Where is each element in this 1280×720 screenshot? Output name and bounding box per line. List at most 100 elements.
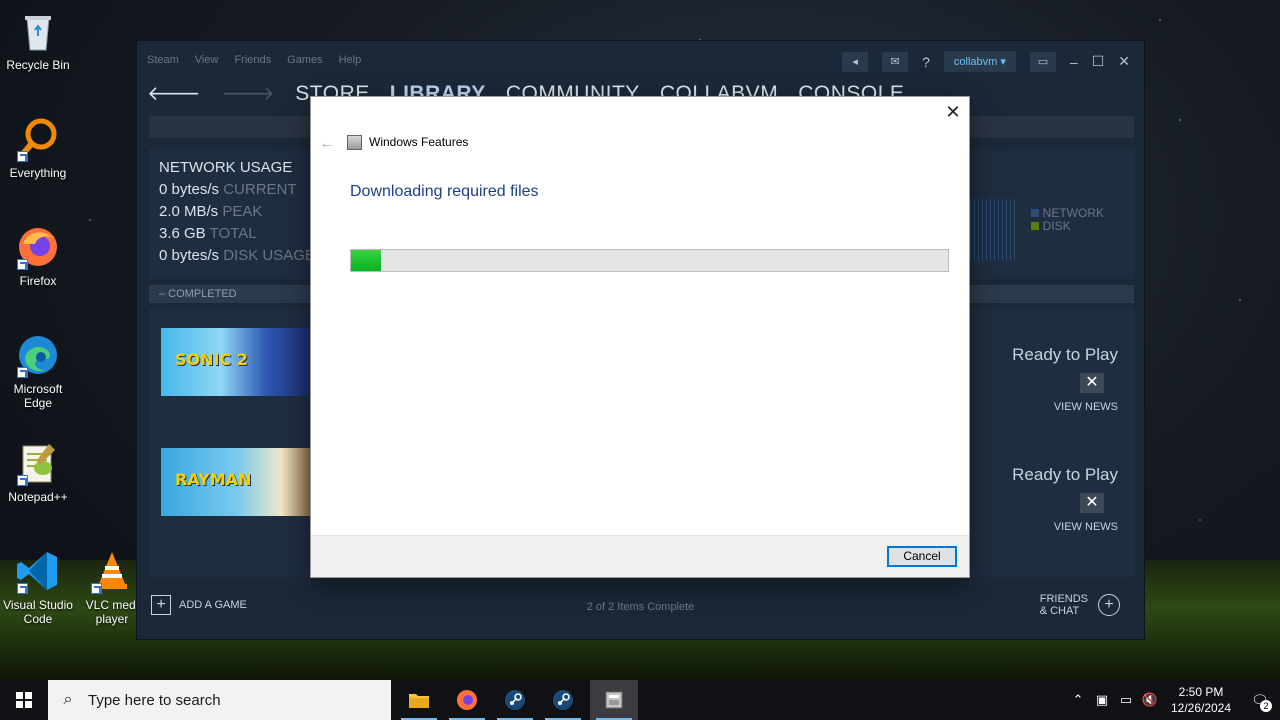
disk-value: 0 bytes/s	[159, 247, 220, 264]
vscode-icon	[15, 548, 61, 594]
close-icon[interactable]: ✕	[1118, 53, 1130, 70]
windows-logo-icon	[16, 692, 32, 708]
peak-value: 2.0 MB/s	[159, 203, 219, 220]
current-value: 0 bytes/s	[159, 181, 220, 198]
maximize-icon[interactable]: ☐	[1092, 53, 1105, 70]
taskbar: ⌕ Type here to search ⌃ ▣ ▭ 🔇 2:50 PM 12…	[0, 680, 1280, 720]
chevron-up-icon[interactable]: ⌃	[1066, 692, 1090, 708]
desktop-icon-label: Notepad++	[8, 490, 68, 504]
notepadpp-icon	[15, 440, 61, 486]
shortcut-arrow-icon	[91, 583, 102, 594]
taskbar-firefox[interactable]	[443, 680, 491, 720]
notification-count: 2	[1260, 699, 1272, 712]
desktop-icon-label: Firefox	[19, 274, 57, 288]
desktop-icon-firefox[interactable]: Firefox	[0, 224, 76, 288]
steam-title-controls: ◂ ✉ ? collabvm ▾ ▭ – ☐ ✕	[842, 51, 1130, 72]
desktop-icon-vscode[interactable]: Visual Studio Code	[0, 548, 76, 626]
desktop-icon-label: Recycle Bin	[6, 58, 70, 72]
menu-friends[interactable]: Friends	[234, 54, 271, 66]
menu-steam[interactable]: Steam	[147, 54, 179, 66]
taskbar-search[interactable]: ⌕ Type here to search	[48, 680, 391, 720]
thumbnail-logo: RAYMAN	[175, 470, 252, 489]
start-button[interactable]	[0, 680, 48, 720]
folder-icon	[409, 694, 429, 708]
thumbnail-logo: SONIC 2	[175, 350, 248, 369]
shortcut-arrow-icon	[17, 475, 28, 486]
account-name: collabvm	[953, 56, 998, 68]
taskbar-steam-2[interactable]	[539, 680, 587, 720]
everything-icon	[15, 116, 61, 162]
big-picture-icon[interactable]: ▭	[1029, 51, 1056, 72]
minimize-icon[interactable]: –	[1070, 54, 1078, 70]
game-thumbnail[interactable]: RAYMAN	[161, 448, 311, 516]
desktop-icon-recycle-bin[interactable]: Recycle Bin	[0, 8, 76, 72]
dialog-close-button[interactable]: ✕	[945, 103, 961, 121]
taskbar-file-explorer[interactable]	[395, 680, 443, 720]
game-status: Ready to Play	[1012, 345, 1118, 364]
desktop-icon-label: Everything	[9, 166, 67, 180]
disk-swatch	[1030, 222, 1039, 230]
back-arrow-icon[interactable]: ←	[319, 135, 335, 153]
current-label: CURRENT	[223, 181, 297, 198]
network-usage-title: NETWORK USAGE	[159, 159, 293, 176]
shortcut-arrow-icon	[17, 259, 28, 270]
remove-button[interactable]: ✕	[1080, 373, 1104, 393]
friends-label-line1: FRIENDS	[1039, 593, 1088, 605]
network-graph	[970, 199, 1018, 261]
recycle-bin-icon	[15, 8, 61, 54]
forward-arrow-icon[interactable]: 🡒	[221, 81, 275, 106]
remove-button[interactable]: ✕	[1080, 493, 1104, 513]
back-arrow-icon[interactable]: 🡐	[147, 81, 201, 106]
dialog-title: Windows Features	[369, 135, 469, 149]
help-button[interactable]: ?	[922, 54, 930, 70]
dialog-heading: Downloading required files	[350, 183, 539, 200]
dialog-footer: Cancel	[311, 535, 969, 577]
system-tray: ⌃ ▣ ▭ 🔇 2:50 PM 12/26/2024 🗨 2	[1066, 680, 1280, 720]
progress-fill	[351, 250, 381, 271]
search-icon: ⌕	[63, 691, 73, 708]
taskbar-steam[interactable]	[491, 680, 539, 720]
windows-features-dialog: ✕ ← Windows Features Downloading require…	[311, 97, 969, 577]
disk-label: DISK USAGE	[223, 247, 315, 264]
speaker-muted-icon[interactable]: 🔇	[1138, 692, 1162, 708]
network-icon[interactable]: ▭	[1114, 692, 1138, 708]
shortcut-arrow-icon	[17, 151, 28, 162]
game-thumbnail[interactable]: SONIC 2	[161, 328, 311, 396]
account-menu[interactable]: collabvm ▾	[943, 51, 1016, 72]
vlc-icon	[89, 548, 135, 594]
graph-legend: NETWORK DISK	[1030, 207, 1104, 233]
clock-date: 12/26/2024	[1170, 701, 1232, 715]
clock[interactable]: 2:50 PM 12/26/2024	[1162, 684, 1240, 716]
friends-label-line2: & CHAT	[1039, 605, 1080, 617]
add-friend-icon: +	[1098, 594, 1120, 616]
windows-features-icon	[605, 691, 623, 709]
notifications-icon[interactable]: ✉	[882, 51, 909, 72]
legend-disk: DISK	[1042, 219, 1071, 233]
desktop-icon-notepadpp[interactable]: Notepad++	[0, 440, 76, 504]
menu-view[interactable]: View	[195, 54, 219, 66]
total-label: TOTAL	[209, 225, 257, 242]
total-value: 3.6 GB	[159, 225, 206, 242]
desktop-icon-edge[interactable]: Microsoft Edge	[0, 332, 76, 410]
desktop-icon-everything[interactable]: Everything	[0, 116, 76, 180]
shortcut-arrow-icon	[17, 583, 28, 594]
steam-icon	[553, 690, 573, 710]
friends-chat-button[interactable]: FRIENDS & CHAT +	[1040, 593, 1120, 617]
taskbar-windows-features[interactable]	[590, 680, 638, 720]
desktop-icon-label: Microsoft Edge	[13, 382, 63, 410]
view-news-link[interactable]: VIEW NEWS	[1054, 401, 1118, 413]
items-complete-status: 2 of 2 Items Complete	[586, 601, 695, 613]
cancel-button[interactable]: Cancel	[887, 546, 957, 567]
menu-help[interactable]: Help	[339, 54, 362, 66]
shortcut-arrow-icon	[17, 367, 28, 378]
action-center-button[interactable]: 🗨 2	[1240, 692, 1280, 712]
menu-games[interactable]: Games	[287, 54, 322, 66]
search-placeholder: Type here to search	[88, 691, 221, 709]
windows-features-icon	[347, 135, 362, 150]
tray-app-icon[interactable]: ▣	[1090, 692, 1114, 708]
clock-time: 2:50 PM	[1178, 685, 1224, 699]
game-status: Ready to Play	[1012, 465, 1118, 484]
view-news-link[interactable]: VIEW NEWS	[1054, 521, 1118, 533]
firefox-icon	[15, 224, 61, 270]
broadcast-icon[interactable]: ◂	[842, 51, 869, 72]
